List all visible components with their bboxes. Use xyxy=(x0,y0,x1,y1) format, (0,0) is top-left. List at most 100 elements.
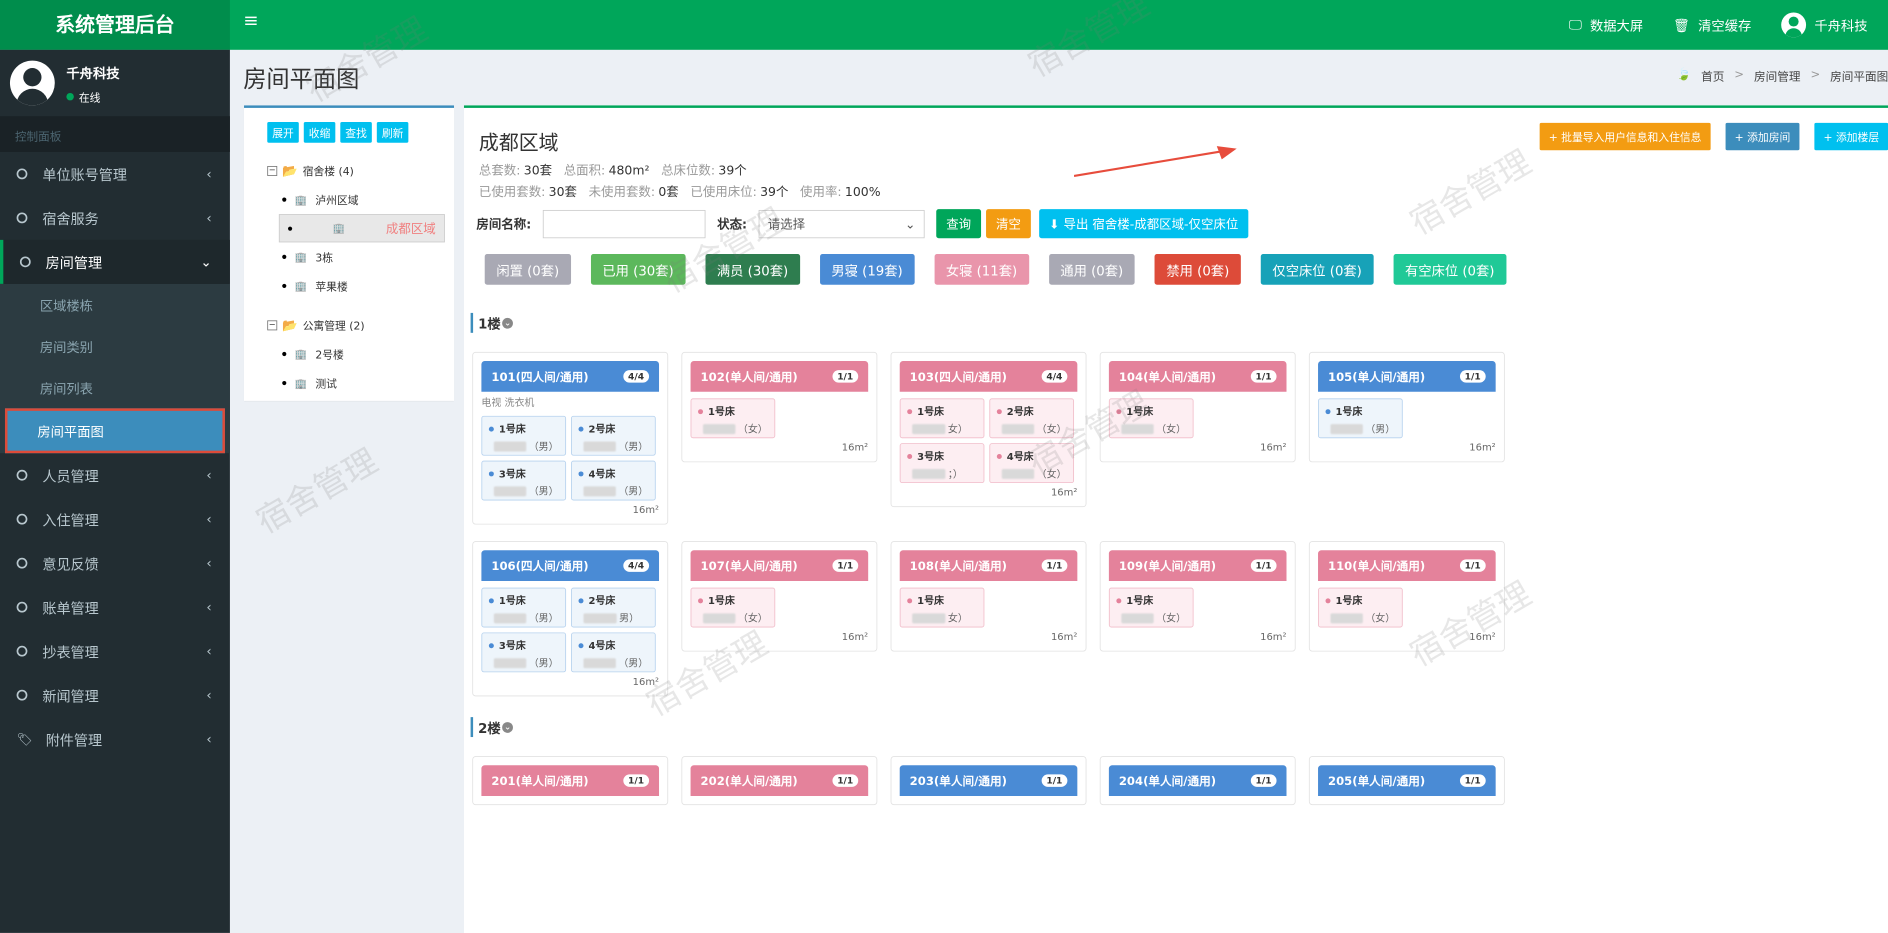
room-header[interactable]: 108(单人间/通用) 1/1 xyxy=(899,550,1078,581)
filter-button-1[interactable]: 已用 (30套) xyxy=(590,253,686,285)
tree-button-2[interactable]: 查找 xyxy=(340,122,372,143)
bed-card[interactable]: 3号床 （男） xyxy=(481,460,567,501)
add-floor-button[interactable]: + 添加楼层 xyxy=(1814,122,1888,151)
room-header[interactable]: 103(四人间/通用) 4/4 xyxy=(899,361,1078,392)
app-logo[interactable]: 系统管理后台 xyxy=(0,0,230,50)
user-menu[interactable]: 千舟科技 xyxy=(1781,12,1868,38)
bed-card[interactable]: 1号床 （男） xyxy=(1318,398,1403,439)
room-card[interactable]: 203(单人间/通用) 1/1 xyxy=(890,756,1087,806)
room-card[interactable]: 204(单人间/通用) 1/1 xyxy=(1099,756,1296,806)
clear-button[interactable]: 清空 xyxy=(986,209,1031,239)
room-card[interactable]: 109(单人间/通用) 1/1 1号床 （女） 16m² xyxy=(1099,541,1296,652)
bed-card[interactable]: 1号床 女） xyxy=(899,398,985,439)
room-card[interactable]: 103(四人间/通用) 4/4 1号床 女） 2号床 （女） 3号床；） 4号床 （女） 16m² xyxy=(890,351,1087,508)
bed-card[interactable]: 2号床 （女） xyxy=(989,398,1075,439)
bed-card[interactable]: 1号床 （女） xyxy=(1108,587,1194,628)
sidebar-item-5[interactable]: 意见反馈 ‹ xyxy=(0,541,230,585)
collapse-box-icon[interactable]: − xyxy=(267,319,278,330)
sidebar-item-4[interactable]: 入住管理 ‹ xyxy=(0,497,230,541)
room-header[interactable]: 201(单人间/通用) 1/1 xyxy=(481,765,660,796)
tree-leaf[interactable]: 🏢 2号楼 xyxy=(279,339,445,368)
floor-header-1[interactable]: 1楼 ⌄ xyxy=(470,312,514,333)
tree-button-0[interactable]: 展开 xyxy=(267,122,299,143)
room-card[interactable]: 201(单人间/通用) 1/1 xyxy=(472,756,669,806)
tree-leaf[interactable]: 🏢 成都区域 xyxy=(278,214,445,243)
room-card[interactable]: 105(单人间/通用) 1/1 1号床 （男） 16m² xyxy=(1308,351,1505,463)
add-room-button[interactable]: + 添加房间 xyxy=(1725,122,1800,151)
submenu-item-3[interactable]: 房间平面图 xyxy=(4,408,225,454)
bed-card[interactable]: 2号床 （男） xyxy=(571,415,656,456)
sidebar-item-6[interactable]: 账单管理 ‹ xyxy=(0,585,230,629)
sidebar-item-1[interactable]: 宿舍服务 ‹ xyxy=(0,196,230,240)
bed-card[interactable]: 3号床；） xyxy=(899,443,985,484)
filter-button-3[interactable]: 男寝 (19套) xyxy=(819,253,915,285)
room-header[interactable]: 105(单人间/通用) 1/1 xyxy=(1318,361,1496,392)
room-card[interactable]: 202(单人间/通用) 1/1 xyxy=(681,756,878,806)
sidebar-item-2[interactable]: 房间管理 ⌄ xyxy=(0,239,230,284)
room-header[interactable]: 106(四人间/通用) 4/4 xyxy=(481,550,660,581)
sidebar-item-7[interactable]: 抄表管理 ‹ xyxy=(0,629,230,673)
filter-button-0[interactable]: 闲置 (0套) xyxy=(484,253,571,285)
submenu-item-0[interactable]: 区域楼栋 xyxy=(0,284,230,326)
tree-leaf[interactable]: 🏢 苹果楼 xyxy=(279,271,445,300)
hamburger-icon[interactable]: ≡ xyxy=(243,11,258,32)
room-header[interactable]: 107(单人间/通用) 1/1 xyxy=(690,550,869,581)
room-header[interactable]: 204(单人间/通用) 1/1 xyxy=(1108,765,1287,796)
export-button[interactable]: ⬇ 导出 宿舍楼-成都区域-仅空床位 xyxy=(1039,209,1249,239)
submenu-item-1[interactable]: 房间类别 xyxy=(0,325,230,367)
tree-group[interactable]: − 📂 宿舍楼 (4) xyxy=(267,156,445,185)
room-header[interactable]: 102(单人间/通用) 1/1 xyxy=(690,361,869,392)
filter-button-7[interactable]: 仅空床位 (0套) xyxy=(1260,253,1374,285)
tree-leaf[interactable]: 🏢 3栋 xyxy=(279,242,445,271)
tree-leaf[interactable]: 🏢 测试 xyxy=(279,369,445,398)
breadcrumb-room-mgmt[interactable]: 房间管理 xyxy=(1754,68,1800,85)
status-select[interactable]: 请选择 ⌄ xyxy=(758,209,925,238)
bed-card[interactable]: 1号床 （男） xyxy=(481,415,567,456)
filter-button-6[interactable]: 禁用 (0套) xyxy=(1154,253,1241,285)
breadcrumb-home[interactable]: 首页 xyxy=(1701,68,1724,85)
query-button[interactable]: 查询 xyxy=(936,209,982,239)
clear-cache-link[interactable]: 🗑 清空缓存 xyxy=(1673,15,1751,35)
tree-button-3[interactable]: 刷新 xyxy=(376,122,409,143)
bed-card[interactable]: 4号床 （女） xyxy=(989,443,1075,484)
room-card[interactable]: 104(单人间/通用) 1/1 1号床 （女） 16m² xyxy=(1099,351,1296,463)
room-card[interactable]: 108(单人间/通用) 1/1 1号床 女） 16m² xyxy=(890,541,1087,652)
bed-card[interactable]: 4号床 （男） xyxy=(571,632,656,673)
collapse-box-icon[interactable]: − xyxy=(267,165,278,176)
tree-group[interactable]: − 📂 公寓管理 (2) xyxy=(267,310,445,339)
floor-header-2[interactable]: 2楼 ⌄ xyxy=(470,717,514,738)
filter-button-4[interactable]: 女寝 (11套) xyxy=(934,253,1029,285)
room-card[interactable]: 110(单人间/通用) 1/1 1号床 （女） 16m² xyxy=(1308,541,1505,652)
import-button[interactable]: + 批量导入用户信息和入住信息 xyxy=(1539,122,1711,151)
room-card[interactable]: 205(单人间/通用) 1/1 xyxy=(1308,756,1505,806)
bed-card[interactable]: 1号床 女） xyxy=(899,587,985,628)
filter-button-8[interactable]: 有空床位 (0套) xyxy=(1393,253,1507,285)
submenu-item-2[interactable]: 房间列表 xyxy=(0,367,230,409)
bed-card[interactable]: 1号床 （男） xyxy=(481,587,567,628)
tree-button-1[interactable]: 收缩 xyxy=(303,122,336,143)
bed-card[interactable]: 2号床 男） xyxy=(571,587,656,628)
bed-card[interactable]: 1号床 （女） xyxy=(1108,398,1194,439)
sidebar-item-9[interactable]: 🏷 附件管理 ‹ xyxy=(0,717,230,761)
filter-button-2[interactable]: 满员 (30套) xyxy=(705,253,800,285)
room-header[interactable]: 104(单人间/通用) 1/1 xyxy=(1108,361,1287,392)
filter-button-5[interactable]: 通用 (0套) xyxy=(1048,253,1135,285)
bed-card[interactable]: 4号床 （男） xyxy=(571,460,656,501)
tree-leaf[interactable]: 🏢 泸州区域 xyxy=(279,185,445,214)
room-card[interactable]: 102(单人间/通用) 1/1 1号床 （女） 16m² xyxy=(681,351,878,463)
room-header[interactable]: 109(单人间/通用) 1/1 xyxy=(1108,550,1287,581)
bed-card[interactable]: 1号床 （女） xyxy=(690,587,776,628)
data-screen-link[interactable]: 🖵 数据大屏 xyxy=(1569,15,1643,35)
room-header[interactable]: 203(单人间/通用) 1/1 xyxy=(899,765,1078,796)
bed-card[interactable]: 3号床 （男） xyxy=(481,632,567,673)
room-name-input[interactable] xyxy=(542,209,706,238)
bed-card[interactable]: 1号床 （女） xyxy=(1318,587,1403,628)
room-card[interactable]: 101(四人间/通用) 4/4 电视 洗衣机 1号床 （男） 2号床 （男） 3号床 （男） 4号… xyxy=(472,351,669,525)
sidebar-item-8[interactable]: 新闻管理 ‹ xyxy=(0,673,230,717)
room-card[interactable]: 107(单人间/通用) 1/1 1号床 （女） 16m² xyxy=(681,541,878,652)
sidebar-item-0[interactable]: 单位账号管理 ‹ xyxy=(0,152,230,196)
room-header[interactable]: 101(四人间/通用) 4/4 xyxy=(481,361,660,392)
room-header[interactable]: 110(单人间/通用) 1/1 xyxy=(1318,550,1496,581)
room-header[interactable]: 202(单人间/通用) 1/1 xyxy=(690,765,869,796)
bed-card[interactable]: 1号床 （女） xyxy=(690,398,776,439)
